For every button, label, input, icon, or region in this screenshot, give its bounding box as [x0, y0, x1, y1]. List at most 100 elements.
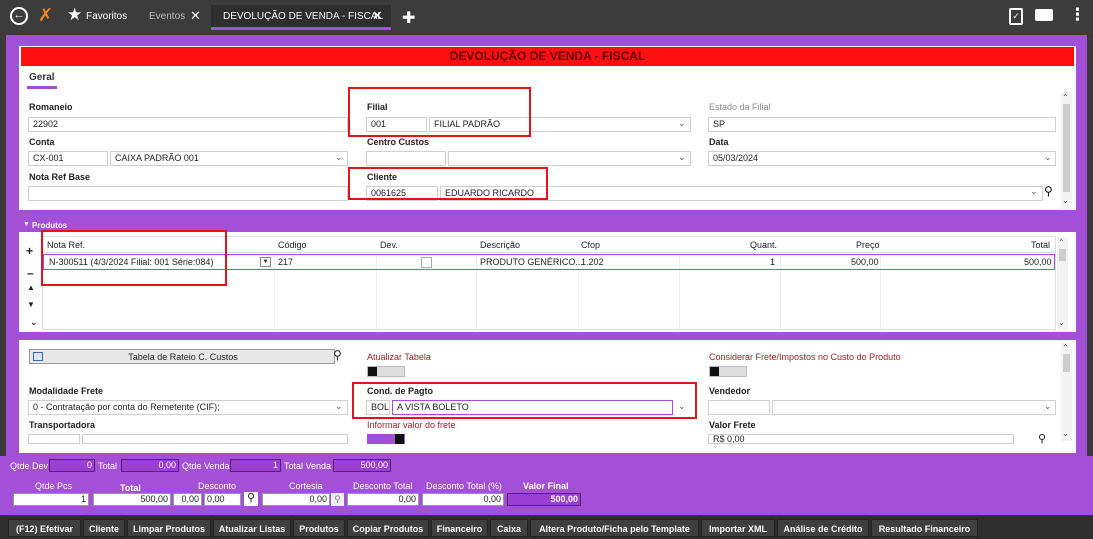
- cliente-name-field[interactable]: EDUARDO RICARDO: [440, 186, 1043, 201]
- scroll-thumb[interactable]: [1063, 104, 1070, 192]
- header-scrollbar[interactable]: ⌃ ⌄: [1061, 92, 1072, 209]
- lower-scrollbar[interactable]: ⌃ ⌄: [1061, 342, 1072, 441]
- cell-preco[interactable]: 500,00: [851, 257, 879, 267]
- valor-frete-search-icon[interactable]: ⚲: [1038, 432, 1046, 445]
- filial-code-field[interactable]: 001: [366, 117, 427, 132]
- desconto-pct-field[interactable]: 0,00: [173, 493, 202, 506]
- add-row-icon[interactable]: +: [26, 244, 33, 258]
- cell-quant[interactable]: 1: [770, 257, 775, 267]
- transportadora-name-field[interactable]: [82, 434, 348, 444]
- nota-ref-dropdown-icon[interactable]: ▼: [260, 257, 271, 267]
- cliente-code-field[interactable]: 0061625: [366, 186, 438, 201]
- vendedor-code-field[interactable]: [708, 400, 770, 415]
- modalidade-frete-dropdown-icon[interactable]: ⌄: [335, 401, 343, 412]
- star-icon[interactable]: ★: [67, 5, 82, 25]
- total2-field[interactable]: 500,00: [93, 493, 171, 506]
- scroll-up-icon[interactable]: ⌃: [1062, 93, 1069, 102]
- romaneio-field[interactable]: 22902: [28, 117, 348, 132]
- expand-down-icon[interactable]: ⌄: [30, 317, 38, 328]
- altera-produto-button[interactable]: Altera Produto/Ficha pelo Template: [530, 519, 699, 537]
- cliente-dropdown-icon[interactable]: ⌄: [1030, 186, 1038, 197]
- atualizar-listas-button[interactable]: Atualizar Listas: [213, 519, 291, 537]
- dev-checkbox[interactable]: [421, 257, 432, 268]
- importar-xml-button[interactable]: Importar XML: [701, 519, 775, 537]
- scroll-down-icon[interactable]: ⌄: [1062, 196, 1069, 205]
- valor-frete-field[interactable]: R$ 0,00: [708, 434, 1014, 444]
- centro-custos-code-field[interactable]: [366, 151, 446, 166]
- scroll-down-icon[interactable]: ⌄: [1062, 429, 1069, 438]
- cell-total[interactable]: 500,00: [1024, 257, 1052, 267]
- rateio-search-icon[interactable]: ⚲: [333, 348, 342, 362]
- produtos-button[interactable]: Produtos: [293, 519, 345, 537]
- tab-events[interactable]: Eventos: [149, 11, 185, 22]
- move-down-icon[interactable]: ▼: [27, 300, 35, 309]
- tab-geral[interactable]: Geral: [29, 72, 55, 83]
- efetivar-button[interactable]: (F12) Efetivar: [8, 519, 81, 537]
- qtde-pcs-field[interactable]: 1: [13, 493, 89, 506]
- produtos-header[interactable]: ▼ Produtos: [19, 220, 1076, 232]
- remove-row-icon[interactable]: –: [27, 266, 34, 280]
- total-field[interactable]: 0,00: [121, 459, 179, 472]
- cond-pagto-code-field[interactable]: BOL: [366, 400, 390, 415]
- clipboard-check-icon[interactable]: ✓: [1009, 8, 1023, 25]
- collapse-icon[interactable]: ▼: [23, 221, 30, 228]
- transportadora-code-field[interactable]: [28, 434, 80, 444]
- desconto-search-icon[interactable]: ⚲: [244, 492, 258, 506]
- informar-frete-toggle[interactable]: [367, 434, 405, 444]
- move-up-icon[interactable]: ▲: [27, 283, 35, 292]
- back-icon[interactable]: ←: [10, 7, 28, 25]
- filial-name-field[interactable]: FILIAL PADRÃO: [429, 117, 691, 132]
- cell-cfop[interactable]: 1.202: [581, 257, 604, 267]
- cond-pagto-dropdown-icon[interactable]: ⌄: [678, 401, 686, 412]
- data-field[interactable]: 05/03/2024: [708, 151, 1056, 166]
- conta-code-field[interactable]: CX-001: [28, 151, 108, 166]
- qtde-venda-field[interactable]: 1: [230, 459, 281, 472]
- cliente-search-icon[interactable]: ⚲: [1044, 184, 1053, 198]
- produtos-scrollbar[interactable]: ⌃ ⌄: [1057, 237, 1068, 330]
- add-tab-icon[interactable]: ✚: [402, 8, 415, 28]
- atualizar-tabela-toggle[interactable]: [367, 366, 405, 377]
- scroll-down-icon[interactable]: ⌄: [1058, 318, 1065, 327]
- close-events-icon[interactable]: ✕: [190, 8, 201, 24]
- qtde-dev-field[interactable]: 0: [49, 459, 95, 472]
- more-vertical-icon[interactable]: ⋮: [1069, 6, 1086, 24]
- close-tab-icon[interactable]: ✕: [372, 8, 383, 24]
- estado-filial-field[interactable]: SP: [708, 117, 1056, 132]
- data-dropdown-icon[interactable]: ⌄: [1044, 152, 1052, 163]
- caixa-button[interactable]: Caixa: [490, 519, 528, 537]
- limpar-produtos-button[interactable]: Limpar Produtos: [127, 519, 211, 537]
- conta-dropdown-icon[interactable]: ⌄: [335, 152, 343, 163]
- cell-nota-ref[interactable]: N-300511 (4/3/2024 Filial: 001 Série:084…: [49, 257, 213, 267]
- scroll-up-icon[interactable]: ⌃: [1058, 238, 1065, 247]
- vendedor-name-field[interactable]: [772, 400, 1056, 415]
- cell-codigo[interactable]: 217: [278, 257, 293, 267]
- copiar-produtos-button[interactable]: Copiar Produtos: [347, 519, 429, 537]
- centro-custos-name-field[interactable]: [448, 151, 691, 166]
- desconto-total-pct-field[interactable]: 0,00: [422, 493, 504, 506]
- considerar-frete-toggle[interactable]: [709, 366, 747, 377]
- total-venda-field[interactable]: 500,00: [333, 459, 391, 472]
- modalidade-frete-field[interactable]: 0 - Contratação por conta do Remetente (…: [28, 400, 348, 415]
- analise-credito-button[interactable]: Análise de Crédito: [777, 519, 869, 537]
- conta-name-field[interactable]: CAIXA PADRÃO 001: [110, 151, 348, 166]
- rateio-button[interactable]: Tabela de Rateio C. Custos: [29, 349, 335, 364]
- filial-dropdown-icon[interactable]: ⌄: [678, 118, 686, 129]
- cortesia-field[interactable]: 0,00: [262, 493, 330, 506]
- scroll-thumb[interactable]: [1063, 354, 1070, 372]
- desconto-value-field[interactable]: 0,00: [204, 493, 241, 506]
- desconto-total-field[interactable]: 0,00: [347, 493, 419, 506]
- cortesia-search-icon[interactable]: ⚲: [331, 493, 344, 506]
- scroll-up-icon[interactable]: ⌃: [1062, 343, 1069, 352]
- vendedor-dropdown-icon[interactable]: ⌄: [1044, 401, 1052, 412]
- nota-ref-base-field[interactable]: [28, 186, 348, 201]
- resultado-financeiro-button[interactable]: Resultado Financeiro: [871, 519, 978, 537]
- scroll-thumb[interactable]: [1059, 249, 1066, 261]
- cell-descricao[interactable]: PRODUTO GENÉRICO...: [480, 257, 583, 267]
- chat-icon[interactable]: [1035, 9, 1053, 21]
- tab-devolucao[interactable]: DEVOLUÇÃO DE VENDA - FISCAL ✕: [211, 5, 391, 30]
- centro-custos-dropdown-icon[interactable]: ⌄: [678, 152, 686, 163]
- financeiro-button[interactable]: Financeiro: [431, 519, 488, 537]
- tab-favorites[interactable]: Favoritos: [86, 11, 127, 22]
- cond-pagto-name-field[interactable]: A VISTA BOLETO: [392, 400, 673, 415]
- cliente-button[interactable]: Cliente: [83, 519, 125, 537]
